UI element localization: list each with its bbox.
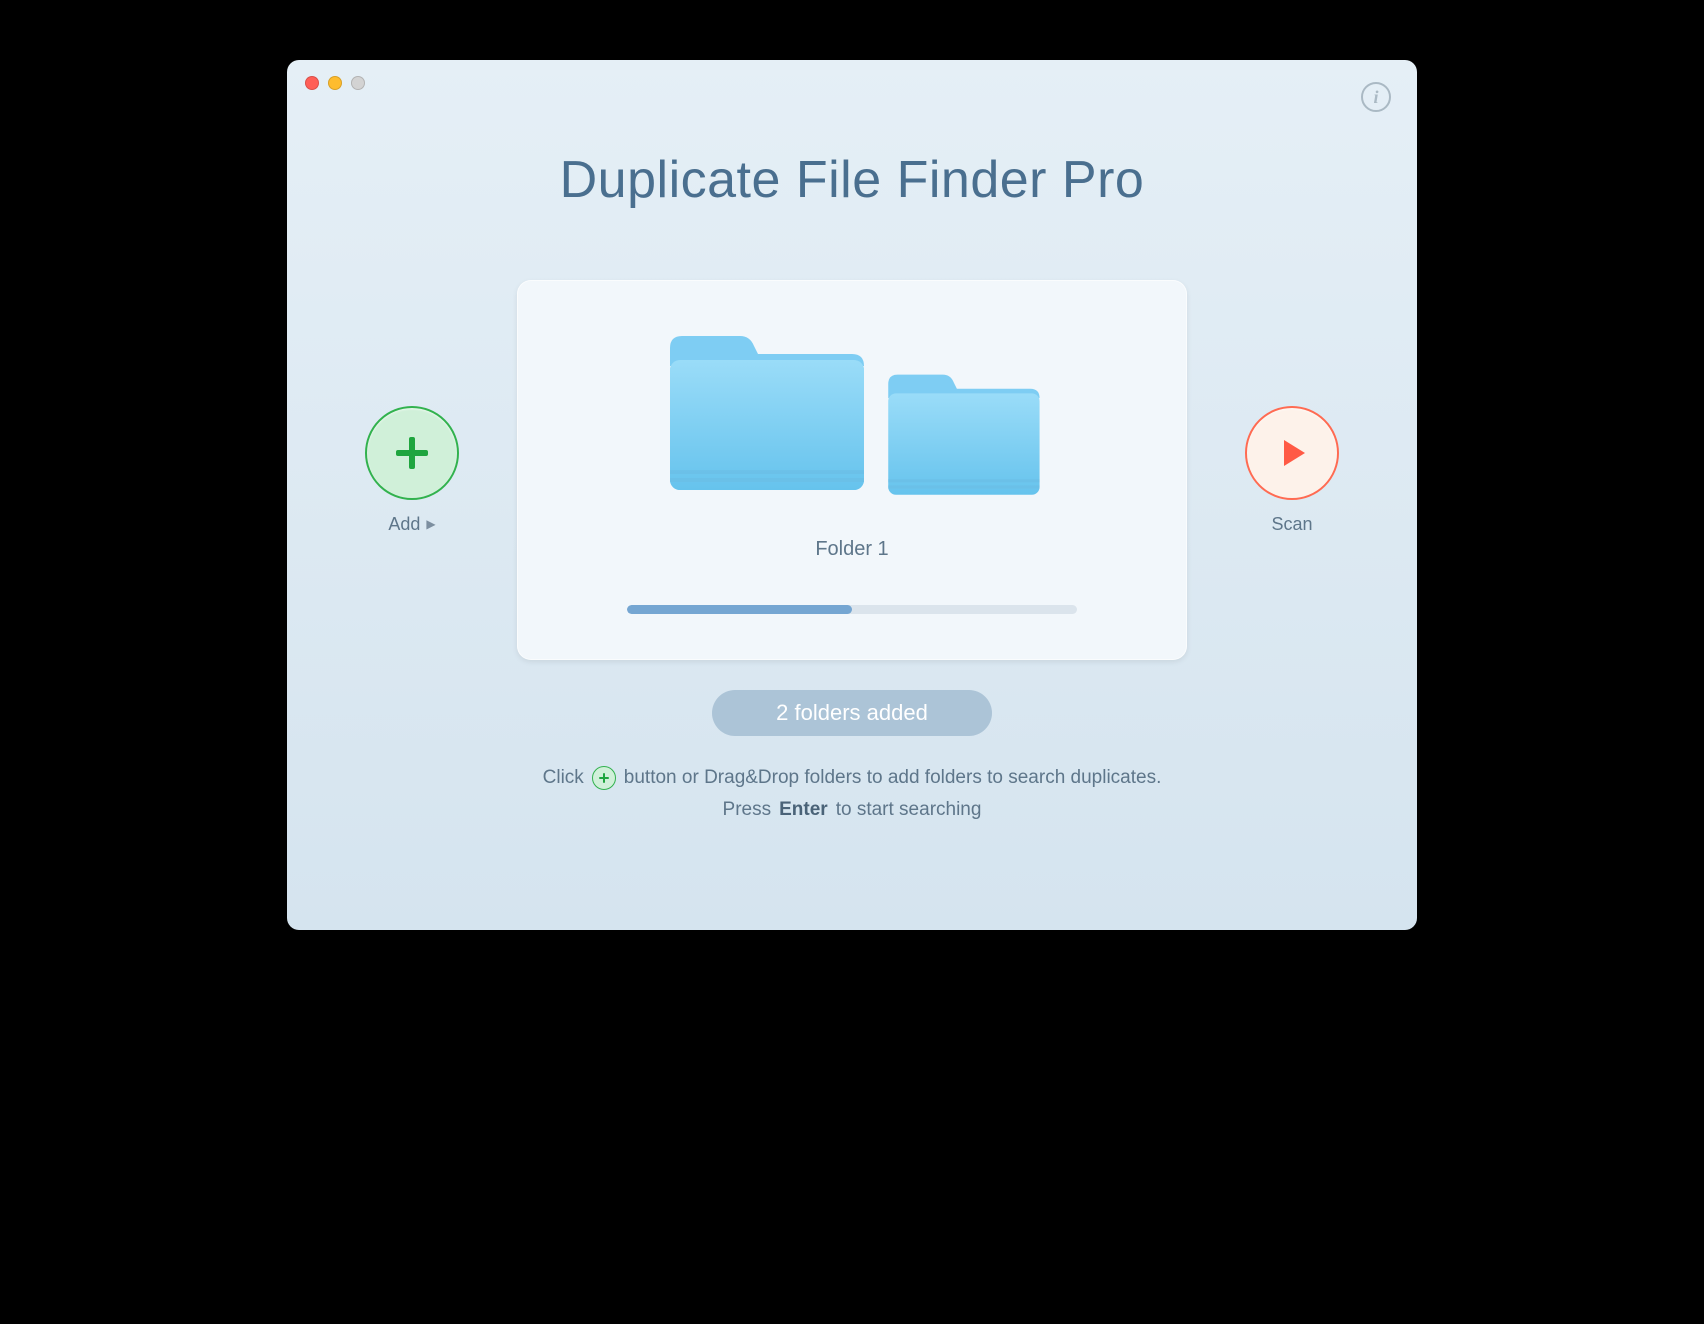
scan-control: Scan bbox=[1237, 406, 1347, 535]
folder-icon bbox=[882, 370, 1046, 510]
progress-bar bbox=[627, 605, 1077, 614]
scan-button[interactable] bbox=[1245, 406, 1339, 500]
app-window: i Duplicate File Finder Pro Add ▶ bbox=[287, 60, 1417, 930]
scan-label: Scan bbox=[1271, 514, 1312, 535]
status-badge: 2 folders added bbox=[712, 690, 992, 736]
hint1-suffix: button or Drag&Drop folders to add folde… bbox=[624, 762, 1162, 794]
maximize-window-button[interactable] bbox=[351, 76, 365, 90]
dropdown-triangle-icon[interactable]: ▶ bbox=[426, 517, 435, 531]
drop-zone[interactable]: Folder 1 bbox=[517, 280, 1187, 660]
app-title: Duplicate File Finder Pro bbox=[287, 150, 1417, 210]
minimize-window-button[interactable] bbox=[328, 76, 342, 90]
info-icon: i bbox=[1373, 87, 1378, 108]
info-button[interactable]: i bbox=[1361, 82, 1391, 112]
hint-line-2: Press Enter to start searching bbox=[287, 794, 1417, 826]
folder-icon bbox=[662, 330, 872, 510]
play-icon bbox=[1272, 433, 1312, 473]
progress-fill bbox=[627, 605, 852, 614]
hint-line-1: Click button or Drag&Drop folders to add… bbox=[287, 762, 1417, 794]
add-label-row: Add ▶ bbox=[388, 514, 435, 535]
window-traffic-lights bbox=[305, 76, 365, 90]
main-row: Add ▶ bbox=[287, 280, 1417, 660]
add-control: Add ▶ bbox=[357, 406, 467, 535]
add-button[interactable] bbox=[365, 406, 459, 500]
plus-icon bbox=[390, 431, 434, 475]
plus-icon bbox=[592, 766, 616, 790]
hint2-suffix: to start searching bbox=[836, 794, 982, 826]
folder-label: Folder 1 bbox=[815, 538, 888, 561]
folder-preview bbox=[662, 330, 1042, 520]
add-label: Add bbox=[388, 514, 420, 535]
close-window-button[interactable] bbox=[305, 76, 319, 90]
hint-text: Click button or Drag&Drop folders to add… bbox=[287, 762, 1417, 827]
hint2-bold: Enter bbox=[779, 794, 828, 826]
hint2-prefix: Press bbox=[723, 794, 772, 826]
hint1-prefix: Click bbox=[543, 762, 584, 794]
